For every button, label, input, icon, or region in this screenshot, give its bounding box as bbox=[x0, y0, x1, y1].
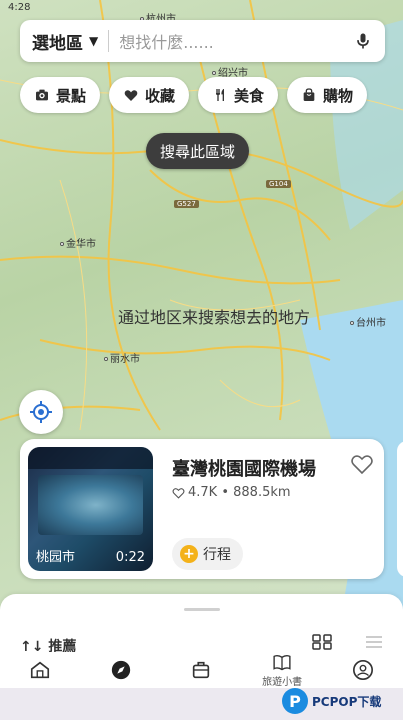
distance: 888.5km bbox=[233, 485, 291, 500]
chip-food[interactable]: 美食 bbox=[198, 77, 279, 113]
list-view-icon[interactable] bbox=[364, 634, 384, 650]
thumbnail-image bbox=[38, 475, 143, 535]
trip-label: 行程 bbox=[203, 547, 231, 563]
chip-favorites[interactable]: 收藏 bbox=[109, 77, 190, 113]
favorite-heart-icon[interactable] bbox=[350, 453, 374, 475]
place-card[interactable]: 桃园市 0:22 臺灣桃園國際機場 4.7K • 888.5km + 行程 bbox=[20, 439, 384, 579]
watermark-text: PCPOP下载 bbox=[312, 694, 382, 709]
watermark: P PCPOP下载 bbox=[282, 686, 400, 716]
search-bar[interactable]: 選地區 ▼ 想找什麼...... bbox=[20, 20, 385, 62]
shopping-bag-icon bbox=[303, 88, 315, 101]
chip-label: 購物 bbox=[323, 86, 354, 105]
search-this-area-button[interactable]: 搜尋此區域 bbox=[146, 133, 250, 169]
heart-icon bbox=[124, 90, 138, 101]
grid-view-icon[interactable] bbox=[312, 634, 332, 650]
bottom-nav: 旅遊小書 bbox=[0, 652, 403, 688]
chip-attractions[interactable]: 景點 bbox=[20, 77, 101, 113]
region-label: 選地區 bbox=[32, 33, 83, 54]
watermark-logo: P bbox=[282, 688, 308, 714]
nav-profile[interactable] bbox=[322, 652, 403, 688]
utensils-icon bbox=[216, 89, 225, 101]
city-label: 台州市 bbox=[350, 314, 386, 329]
chip-label: 收藏 bbox=[145, 86, 176, 105]
video-duration: 0:22 bbox=[115, 550, 145, 565]
map-hint: 通过地区来搜索想去的地方 bbox=[118, 308, 311, 327]
thumbnail-location: 桃园市 bbox=[36, 550, 76, 565]
chip-shopping[interactable]: 購物 bbox=[287, 77, 368, 113]
city-label: 丽水市 bbox=[104, 350, 140, 365]
nav-travel-book[interactable]: 旅遊小書 bbox=[242, 652, 323, 688]
heart-outline-icon bbox=[172, 487, 185, 499]
place-stats: 4.7K • 888.5km bbox=[172, 485, 291, 500]
status-time: 4:28 bbox=[8, 2, 31, 13]
video-thumbnail[interactable]: 桃园市 0:22 bbox=[28, 447, 153, 571]
crosshair-icon bbox=[30, 401, 52, 423]
chip-label: 景點 bbox=[56, 86, 87, 105]
category-chips: 景點 收藏 美食 購物 bbox=[20, 77, 368, 113]
luggage-icon bbox=[193, 661, 210, 679]
nav-home[interactable] bbox=[0, 652, 81, 688]
chip-label: 美食 bbox=[234, 86, 265, 105]
road-badge: G104 bbox=[266, 180, 291, 188]
nav-trip[interactable] bbox=[161, 652, 242, 688]
like-count: 4.7K bbox=[188, 485, 218, 500]
book-icon bbox=[273, 654, 291, 671]
microphone-icon[interactable] bbox=[353, 30, 373, 52]
road-badge: G527 bbox=[174, 200, 199, 208]
compass-icon bbox=[111, 660, 131, 680]
next-card-peek[interactable] bbox=[397, 441, 403, 577]
place-title: 臺灣桃園國際機場 bbox=[172, 459, 316, 480]
divider bbox=[108, 30, 110, 52]
chevron-down-icon: ▼ bbox=[89, 34, 99, 48]
home-icon bbox=[31, 661, 50, 679]
nav-explore[interactable] bbox=[81, 652, 162, 688]
separator-dot: • bbox=[217, 485, 234, 500]
city-label: 金华市 bbox=[60, 235, 96, 250]
plus-icon: + bbox=[180, 545, 198, 563]
thumbnail-header bbox=[28, 447, 153, 469]
profile-icon bbox=[352, 660, 373, 680]
region-selector[interactable]: 選地區 ▼ bbox=[32, 29, 98, 54]
camera-icon bbox=[36, 89, 48, 101]
locate-button[interactable] bbox=[19, 390, 63, 434]
sheet-handle[interactable] bbox=[184, 608, 220, 611]
search-input[interactable]: 想找什麼...... bbox=[119, 29, 353, 53]
add-to-trip-button[interactable]: + 行程 bbox=[172, 538, 243, 570]
